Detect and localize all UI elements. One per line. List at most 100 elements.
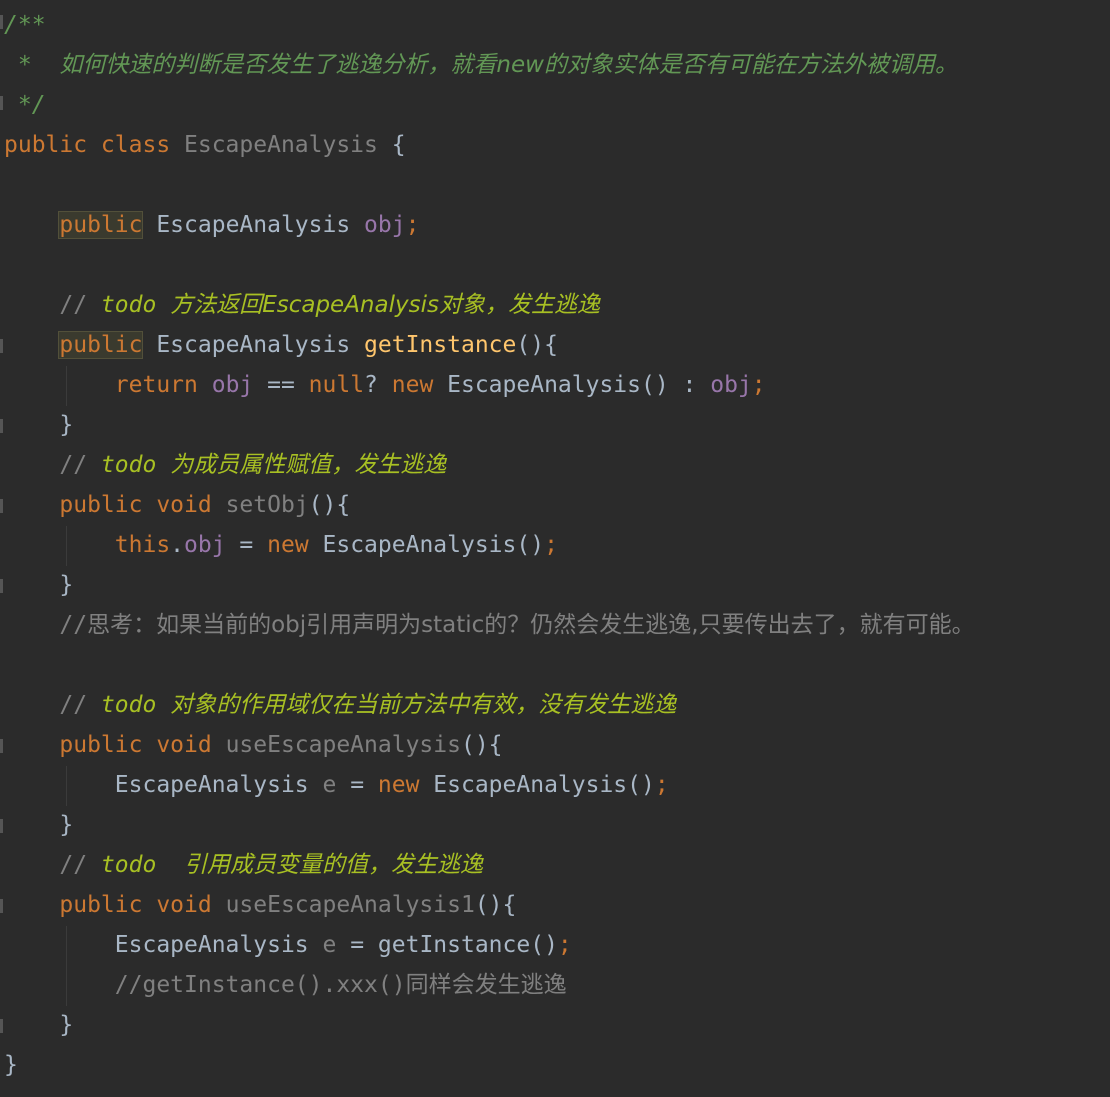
code-token: ; <box>557 932 572 958</box>
code-token: todo <box>100 292 171 318</box>
code-line[interactable]: // todo 方法返回EscapeAnalysis对象，发生逃逸 <box>4 285 600 325</box>
code-line[interactable]: */ <box>4 85 46 125</box>
code-token: new <box>377 772 434 798</box>
code-token: EscapeAnalysis() <box>322 532 545 558</box>
code-token: EscapeAnalysis <box>4 932 323 958</box>
fold-marker[interactable] <box>0 419 3 433</box>
code-line[interactable]: public EscapeAnalysis obj; <box>4 205 419 245</box>
code-token: // <box>4 692 101 718</box>
code-token: EscapeAnalysis <box>142 212 365 238</box>
code-token: ; <box>544 532 558 558</box>
code-token: * <box>4 52 60 78</box>
fold-marker[interactable] <box>0 499 3 513</box>
code-line[interactable]: return obj == null? new EscapeAnalysis()… <box>4 365 766 405</box>
code-line[interactable]: // todo 为成员属性赋值，发生逃逸 <box>4 445 446 485</box>
code-line[interactable]: public class EscapeAnalysis { <box>4 125 406 165</box>
code-token: == <box>253 372 309 398</box>
code-token: ; <box>654 772 669 798</box>
code-line[interactable]: this.obj = new EscapeAnalysis(); <box>4 525 558 565</box>
code-token: (){ <box>516 332 558 358</box>
code-token: public void <box>59 732 226 758</box>
code-token: */ <box>4 92 46 118</box>
code-token: // <box>4 852 101 878</box>
code-line[interactable]: } <box>4 805 73 845</box>
code-token: // <box>4 452 101 478</box>
code-token: 思考：如果当前的obj引用声明为static的？仍然会发生逃逸,只要传出去了，就… <box>87 612 975 638</box>
code-line[interactable]: //思考：如果当前的obj引用声明为static的？仍然会发生逃逸,只要传出去了… <box>4 605 975 645</box>
code-token: useEscapeAnalysis <box>225 732 461 758</box>
code-token: 为成员属性赋值，发生逃逸 <box>170 452 447 478</box>
code-line[interactable]: /** <box>4 5 46 45</box>
code-line[interactable]: public void useEscapeAnalysis(){ <box>4 725 503 765</box>
fold-marker[interactable] <box>0 15 3 29</box>
code-line[interactable]: //getInstance().xxx()同样会发生逃逸 <box>4 965 567 1005</box>
code-token: EscapeAnalysis <box>184 132 378 158</box>
code-token: obj <box>364 212 406 238</box>
code-line[interactable]: public EscapeAnalysis getInstance(){ <box>4 325 558 365</box>
code-token: new <box>267 532 323 558</box>
code-token: { <box>377 132 406 158</box>
code-token: todo <box>100 452 171 478</box>
code-token: = getInstance() <box>336 932 558 958</box>
code-token: = <box>225 532 268 558</box>
code-token: new <box>391 372 448 398</box>
code-line[interactable]: public void useEscapeAnalysis1(){ <box>4 885 516 925</box>
code-token: } <box>4 412 74 438</box>
code-token: } <box>4 1052 18 1078</box>
fold-marker[interactable] <box>0 339 3 353</box>
code-token: EscapeAnalysis() <box>433 772 655 798</box>
code-token: ; <box>751 372 766 398</box>
code-token: 对象的作用域仅在当前方法中有效，没有发生逃逸 <box>170 692 677 718</box>
code-token: (){ <box>474 892 517 918</box>
code-line[interactable]: } <box>4 1045 18 1085</box>
code-token: EscapeAnalysis <box>4 772 323 798</box>
code-line[interactable]: * 如何快速的判断是否发生了逃逸分析，就看new的对象实体是否有可能在方法外被调… <box>4 45 958 85</box>
code-token: = <box>336 772 378 798</box>
code-token: (){ <box>308 492 351 518</box>
code-token: obj <box>184 532 226 558</box>
code-token: 如何快速的判断是否发生了逃逸分析，就看new的对象实体是否有可能在方法外被调用。 <box>59 52 958 78</box>
code-token: todo <box>100 692 171 718</box>
code-line[interactable]: EscapeAnalysis e = new EscapeAnalysis(); <box>4 765 669 805</box>
fold-marker[interactable] <box>0 96 3 110</box>
code-line[interactable]: // todo 引用成员变量的值，发生逃逸 <box>4 845 483 885</box>
code-token: todo <box>100 852 185 878</box>
code-token: 方法返回EscapeAnalysis对象，发生逃逸 <box>170 292 600 318</box>
code-token: } <box>4 572 74 598</box>
code-token: getInstance <box>364 332 517 358</box>
code-line[interactable]: } <box>4 1005 73 1045</box>
code-token: obj <box>710 372 752 398</box>
code-token: ? <box>364 372 392 398</box>
code-line[interactable]: } <box>4 405 73 445</box>
code-token: e <box>322 932 337 958</box>
code-line[interactable]: public void setObj(){ <box>4 485 350 525</box>
code-token: e <box>322 772 337 798</box>
code-token: /** <box>4 12 46 38</box>
code-token: //getInstance().xxx() <box>4 972 406 998</box>
fold-marker[interactable] <box>0 1019 3 1033</box>
code-token: setObj <box>225 492 309 518</box>
code-token: . <box>170 532 185 558</box>
code-token: EscapeAnalysis <box>142 332 365 358</box>
code-token: (){ <box>460 732 503 758</box>
fold-marker[interactable] <box>0 579 3 593</box>
fold-marker[interactable] <box>0 899 3 913</box>
code-token: return <box>114 372 212 398</box>
code-editor[interactable]: /** * 如何快速的判断是否发生了逃逸分析，就看new的对象实体是否有可能在方… <box>0 0 1110 1097</box>
code-token: public <box>58 331 144 359</box>
code-token: ; <box>405 212 420 238</box>
code-line[interactable]: // todo 对象的作用域仅在当前方法中有效，没有发生逃逸 <box>4 685 676 725</box>
code-line[interactable]: EscapeAnalysis e = getInstance(); <box>4 925 572 965</box>
code-line[interactable]: } <box>4 565 73 605</box>
code-token: this <box>114 532 171 558</box>
code-token: // <box>4 292 101 318</box>
fold-marker[interactable] <box>0 739 3 753</box>
code-token: null <box>308 372 365 398</box>
fold-marker[interactable] <box>0 819 3 833</box>
